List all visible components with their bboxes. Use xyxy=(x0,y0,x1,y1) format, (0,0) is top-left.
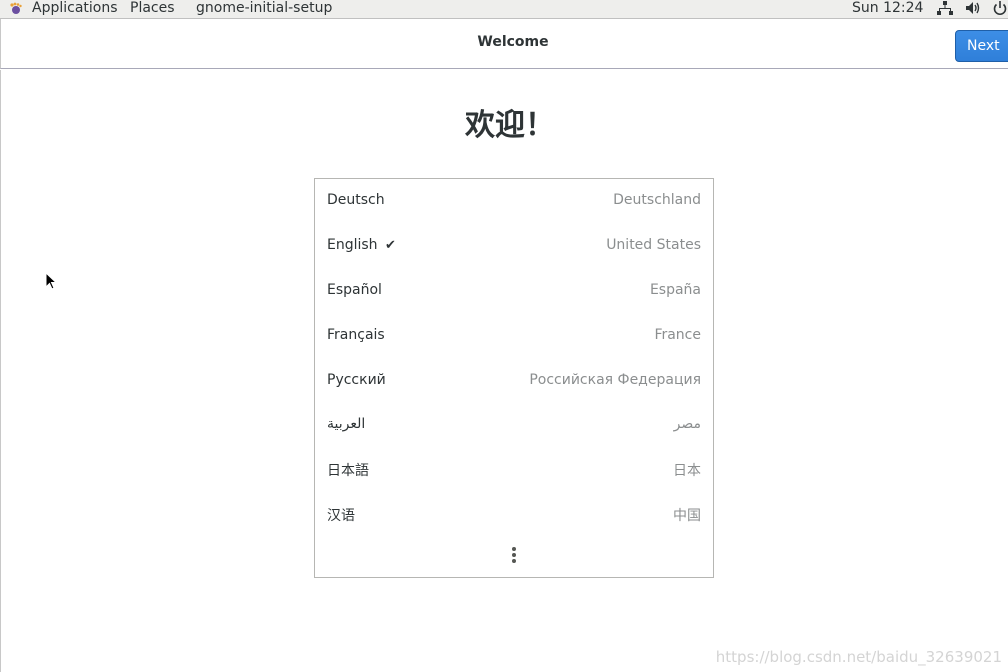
clock[interactable]: Sun 12:24 xyxy=(852,0,923,17)
language-region: Deutschland xyxy=(613,192,701,208)
power-icon[interactable] xyxy=(992,0,1008,16)
language-list[interactable]: Deutsch Deutschland English ✔ United Sta… xyxy=(314,178,714,578)
language-name: Deutsch xyxy=(327,192,385,208)
language-region: 中国 xyxy=(673,508,701,524)
next-button[interactable]: Next xyxy=(955,30,1008,62)
language-row-arabic[interactable]: العربية مصر xyxy=(315,403,713,447)
gnome-foot-icon[interactable] xyxy=(9,2,23,16)
language-row-deutsch[interactable]: Deutsch Deutschland xyxy=(315,179,713,223)
applications-menu[interactable]: Applications xyxy=(32,0,118,17)
language-region: مصر xyxy=(673,416,701,432)
language-row-russian[interactable]: Русский Российская Федерация xyxy=(315,359,713,403)
top-panel: Applications Places gnome-initial-setup … xyxy=(0,0,1008,19)
page-title: Welcome xyxy=(477,34,549,50)
language-name: العربية xyxy=(327,416,366,432)
language-name: 汉语 xyxy=(327,508,355,524)
language-name: 日本語 xyxy=(327,463,369,479)
more-languages-button[interactable] xyxy=(315,541,713,571)
language-region: Российская Федерация xyxy=(529,372,701,388)
language-region: 日本 xyxy=(673,463,701,479)
language-row-english[interactable]: English ✔ United States xyxy=(315,224,713,268)
language-name: English xyxy=(327,237,378,253)
language-row-chinese[interactable]: 汉语 中国 xyxy=(315,492,713,536)
volume-icon[interactable] xyxy=(965,0,981,16)
mouse-pointer-icon xyxy=(45,272,57,290)
language-region: United States xyxy=(606,237,701,253)
main-content: 欢迎！ Deutsch Deutschland English ✔ United… xyxy=(0,70,1008,672)
checkmark-icon: ✔ xyxy=(385,238,396,253)
language-region: France xyxy=(654,327,701,343)
language-row-japanese[interactable]: 日本語 日本 xyxy=(315,447,713,491)
language-name: Español xyxy=(327,282,382,298)
language-name: Français xyxy=(327,327,385,343)
language-row-francais[interactable]: Français France xyxy=(315,314,713,358)
welcome-heading: 欢迎！ xyxy=(465,108,555,143)
network-icon[interactable] xyxy=(937,0,953,16)
language-row-espanol[interactable]: Español España xyxy=(315,269,713,313)
watermark: https://blog.csdn.net/baidu_32639021 xyxy=(715,648,1002,666)
header-bar: Welcome Next xyxy=(0,19,1008,69)
app-menu[interactable]: gnome-initial-setup xyxy=(196,0,332,17)
language-name: Русский xyxy=(327,372,386,388)
language-region: España xyxy=(649,282,701,298)
more-vertical-icon xyxy=(512,547,516,565)
places-menu[interactable]: Places xyxy=(130,0,175,17)
